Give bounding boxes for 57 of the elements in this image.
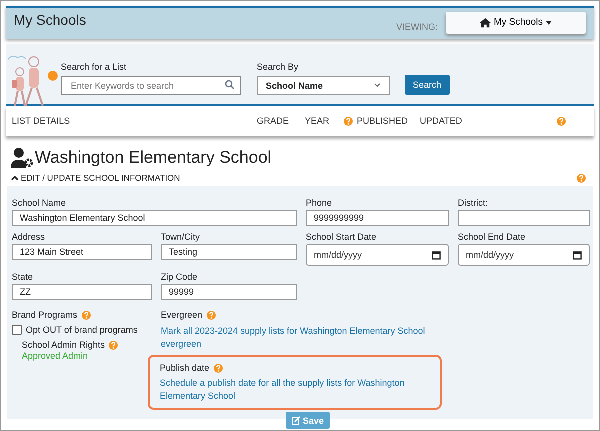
search-by-dropdown[interactable]: School Name [257,76,390,95]
admin-status: Approved Admin [22,351,90,361]
search-icon[interactable] [225,80,235,90]
school-selector-button[interactable]: My Schools [446,12,586,34]
school-name-heading: Washington Elementary School [35,148,272,168]
caret-icon [546,20,552,24]
field-label: Zip Code [161,272,199,282]
column-header: GRADE [257,116,290,126]
field-label: Address [12,232,46,242]
help-icon[interactable] [109,340,118,350]
chevron-icon [374,83,381,88]
evergreen-link[interactable]: Mark all 2023-2024 supply lists for Washington Elementary School evergreen [161,325,449,350]
text-field[interactable] [458,210,590,226]
help-icon[interactable] [206,310,216,320]
page-title: My Schools [14,12,86,28]
text-field[interactable]: ZZ [12,284,152,300]
field-label: District: [458,198,489,208]
home-icon [480,18,491,28]
field-label: School End Date [458,232,527,242]
search-label: Search for a List [61,62,128,72]
help-icon[interactable] [344,116,353,126]
viewing-label: VIEWING: [396,22,438,32]
field-label: State [12,272,34,282]
evergreen-label: Evergreen [161,310,203,320]
admin-rights-label: School Admin Rights [22,340,106,350]
text-field[interactable]: 99999 [161,284,297,300]
search-by-label: Search By [257,62,300,72]
publish-date-label: Publish date [160,363,210,374]
help-icon[interactable] [557,116,566,126]
opt-out-checkbox[interactable]: Opt OUT of brand programs [12,325,152,335]
help-icon[interactable] [577,174,586,182]
brand-programs-label: Brand Programs [12,310,78,320]
edit-icon [292,416,301,426]
search-button[interactable]: Search [405,75,450,95]
column-header: YEAR [305,116,330,126]
text-field[interactable]: 123 Main Street [12,244,152,260]
help-icon[interactable] [82,310,91,320]
date-field[interactable]: mm/dd/yyyy [458,244,590,266]
column-header: UPDATED [420,116,462,126]
text-field[interactable]: Testing [161,244,297,260]
column-header: LIST DETAILS [12,116,70,126]
search-field[interactable]: Enter Keywords to search [61,76,241,95]
calendar-icon[interactable] [573,250,582,260]
section-toggle[interactable]: EDIT / UPDATE SCHOOL INFORMATION [11,173,180,183]
field-label: Phone [306,198,334,208]
publish-date-link[interactable]: Schedule a publish date for all the supply lists for Washington Elementary School [160,377,430,402]
calendar-icon[interactable] [432,250,441,260]
text-field[interactable]: 9999999999 [306,210,449,226]
column-header: PUBLISHED [344,116,408,126]
date-field[interactable]: mm/dd/yyyy [306,244,449,266]
text-field[interactable]: Washington Elementary School [12,210,297,226]
field-label: School Start Date [306,232,378,242]
field-label: School Name [12,198,68,208]
field-label: Town/City [161,232,202,242]
help-icon[interactable] [214,364,223,373]
chevron-icon [11,175,19,181]
user-gear-icon [11,148,35,168]
